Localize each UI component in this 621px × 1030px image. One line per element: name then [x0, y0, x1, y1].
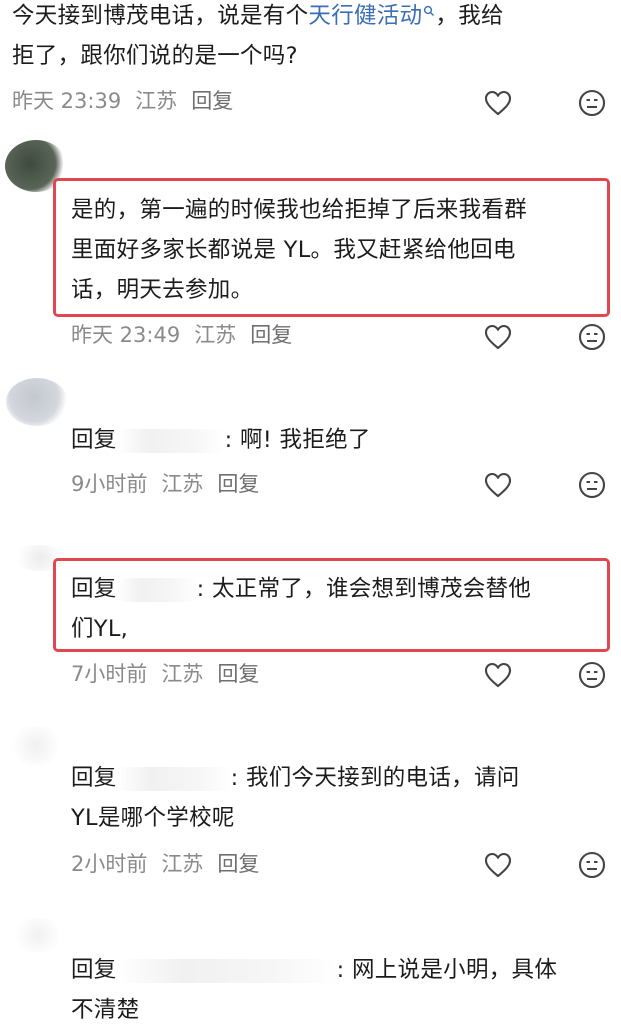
comment-5-text: : 我们今天接到的电话，请问	[230, 765, 520, 791]
comment-location: 江苏	[161, 472, 204, 496]
heart-icon[interactable]	[483, 850, 513, 880]
reply-button[interactable]: 回复	[250, 323, 292, 347]
redacted-username	[116, 766, 231, 791]
redacted-username	[116, 958, 337, 983]
avatar[interactable]	[10, 918, 66, 952]
comment-2-meta: 昨天 23:49 江苏 回复	[71, 320, 292, 350]
comment-2-line-3: 话，明天去参加。	[71, 277, 254, 303]
avatar[interactable]	[6, 378, 68, 426]
redacted-username	[116, 577, 197, 602]
comment-4-line-1: 回复 : 太正常了，谁会想到博茂会替他	[71, 569, 531, 609]
reply-prefix: 回复	[71, 765, 117, 791]
reply-prefix: 回复	[71, 957, 117, 983]
comment-time: 9小时前	[71, 472, 148, 496]
comment-6-text: : 网上说是小明，具体	[336, 957, 558, 983]
reply-prefix: 回复	[71, 576, 117, 602]
comment-time: 2小时前	[71, 852, 148, 876]
reply-button[interactable]: 回复	[217, 852, 259, 876]
emoji-icon[interactable]	[577, 322, 607, 352]
search-icon	[424, 5, 435, 16]
heart-icon[interactable]	[483, 660, 513, 690]
comment-1-line-1: 今天接到博茂电话，说是有个天行健活动 ，我给	[12, 0, 504, 36]
avatar[interactable]	[8, 726, 64, 766]
comment-1-text-end: ，我给	[435, 3, 504, 29]
comment-4-line-2: 们YL,	[71, 616, 129, 642]
emoji-icon[interactable]	[577, 850, 607, 880]
comment-5-line-1: 回复 : 我们今天接到的电话，请问	[71, 758, 520, 798]
comment-time: 昨天 23:39	[12, 89, 122, 113]
comment-location: 江苏	[161, 852, 204, 876]
comment-1-line-2: 拒了，跟你们说的是一个吗?	[12, 43, 298, 69]
emoji-icon[interactable]	[577, 88, 607, 118]
comment-6-line-1: 回复 : 网上说是小明，具体	[71, 950, 557, 990]
comment-4-meta: 7小时前 江苏 回复	[71, 659, 259, 689]
comment-location: 江苏	[135, 89, 178, 113]
comment-time: 昨天 23:49	[71, 323, 181, 347]
comment-3-text: : 啊! 我拒绝了	[224, 427, 371, 453]
comment-4-text: : 太正常了，谁会想到博茂会替他	[196, 576, 532, 602]
comment-1-meta: 昨天 23:39 江苏 回复	[12, 86, 233, 116]
heart-icon[interactable]	[483, 322, 513, 352]
reply-button[interactable]: 回复	[191, 89, 233, 113]
comment-location: 江苏	[194, 323, 237, 347]
comment-5-line-2: YL是哪个学校呢	[71, 805, 235, 831]
heart-icon[interactable]	[483, 470, 513, 500]
comment-3-meta: 9小时前 江苏 回复	[71, 469, 259, 499]
comment-5-meta: 2小时前 江苏 回复	[71, 849, 259, 879]
comment-2-line-2: 里面好多家长都说是 YL。我又赶紧给他回电	[71, 237, 516, 263]
reply-prefix: 回复	[71, 427, 117, 453]
emoji-icon[interactable]	[577, 660, 607, 690]
topic-link[interactable]: 天行健活动	[308, 3, 435, 29]
redacted-username	[116, 428, 225, 453]
comment-6-line-2: 不清楚	[71, 997, 140, 1023]
reply-button[interactable]: 回复	[217, 662, 259, 686]
topic-link-label: 天行健活动	[308, 3, 423, 29]
comment-3-line-1: 回复 : 啊! 我拒绝了	[71, 420, 371, 460]
comment-1-text-start: 今天接到博茂电话，说是有个	[12, 3, 309, 29]
comment-2-line-1: 是的，第一遍的时候我也给拒掉了后来我看群	[71, 197, 528, 223]
comment-time: 7小时前	[71, 662, 148, 686]
reply-button[interactable]: 回复	[217, 472, 259, 496]
emoji-icon[interactable]	[577, 470, 607, 500]
comment-location: 江苏	[161, 662, 204, 686]
heart-icon[interactable]	[483, 88, 513, 118]
